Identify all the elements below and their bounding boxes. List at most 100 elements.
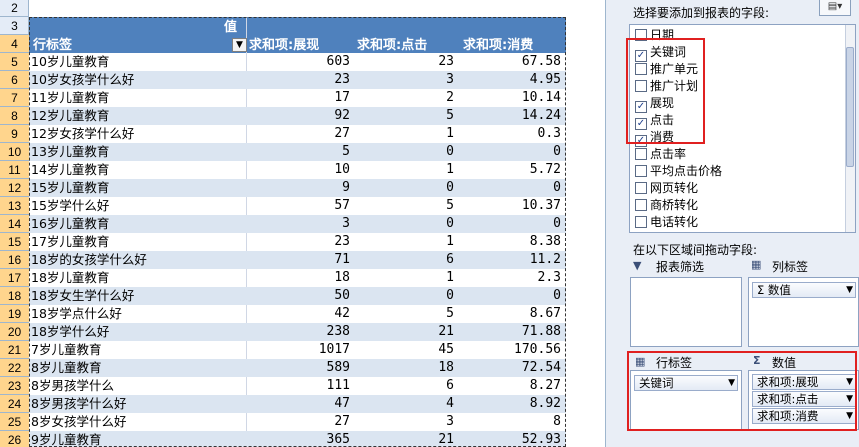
row-number[interactable]: 8 [0, 107, 29, 125]
row-label-cell[interactable]: 18岁的女孩学什么好 [31, 251, 249, 269]
field-item[interactable]: 商桥转化 [635, 197, 698, 214]
impressions-cell[interactable]: 71 [249, 251, 353, 269]
clicks-cell[interactable]: 21 [353, 431, 457, 447]
impressions-cell[interactable]: 57 [249, 197, 353, 215]
row-label-cell[interactable]: 8岁男孩学什么 [31, 377, 249, 395]
field-item[interactable]: 点击率 [635, 146, 686, 163]
clicks-cell[interactable]: 0 [353, 287, 457, 305]
cost-cell[interactable]: 0 [457, 179, 564, 197]
row-number[interactable]: 3 [0, 17, 29, 35]
row-label-cell[interactable]: 11岁儿童教育 [31, 89, 249, 107]
cost-cell[interactable]: 10.14 [457, 89, 564, 107]
clicks-cell[interactable]: 0 [353, 143, 457, 161]
impressions-cell[interactable]: 50 [249, 287, 353, 305]
cost-cell[interactable]: 0 [457, 143, 564, 161]
row-label-cell[interactable]: 10岁女孩学什么好 [31, 71, 249, 89]
row-label-cell[interactable]: 14岁儿童教育 [31, 161, 249, 179]
clicks-cell[interactable]: 3 [353, 413, 457, 431]
impressions-cell[interactable]: 10 [249, 161, 353, 179]
impressions-cell[interactable]: 42 [249, 305, 353, 323]
sum-cost-header[interactable]: 求和项:消费 [463, 37, 567, 55]
row-label-cell[interactable]: 15岁学什么好 [31, 197, 249, 215]
clicks-cell[interactable]: 21 [353, 323, 457, 341]
row-label-cell[interactable]: 17岁儿童教育 [31, 233, 249, 251]
row-number[interactable]: 23 [0, 377, 29, 395]
cost-cell[interactable]: 8.67 [457, 305, 564, 323]
impressions-cell[interactable]: 17 [249, 89, 353, 107]
cost-cell[interactable]: 8.38 [457, 233, 564, 251]
impressions-cell[interactable]: 589 [249, 359, 353, 377]
row-number[interactable]: 13 [0, 197, 29, 215]
cost-cell[interactable]: 0 [457, 215, 564, 233]
row-label-cell[interactable]: 18岁学点什么好 [31, 305, 249, 323]
row-number[interactable]: 12 [0, 179, 29, 197]
row-number[interactable]: 2 [0, 0, 29, 17]
field-item[interactable]: 平均点击价格 [635, 163, 722, 180]
impressions-cell[interactable]: 111 [249, 377, 353, 395]
impressions-cell[interactable]: 23 [249, 71, 353, 89]
clicks-cell[interactable]: 1 [353, 269, 457, 287]
row-label-cell[interactable]: 18岁儿童教育 [31, 269, 249, 287]
row-number[interactable]: 15 [0, 233, 29, 251]
row-label-cell[interactable]: 8岁儿童教育 [31, 359, 249, 377]
cost-cell[interactable]: 72.54 [457, 359, 564, 377]
impressions-cell[interactable]: 603 [249, 53, 353, 71]
row-number[interactable]: 24 [0, 395, 29, 413]
cost-cell[interactable]: 52.93 [457, 431, 564, 447]
clicks-cell[interactable]: 6 [353, 377, 457, 395]
field-checkbox[interactable] [635, 199, 647, 211]
clicks-cell[interactable]: 5 [353, 107, 457, 125]
sum-clicks-header[interactable]: 求和项:点击 [357, 37, 461, 55]
impressions-cell[interactable]: 92 [249, 107, 353, 125]
column-field-values-pill[interactable]: Σ 数值 ▼ [752, 282, 856, 298]
row-label-cell[interactable]: 18岁学什么好 [31, 323, 249, 341]
impressions-cell[interactable]: 27 [249, 413, 353, 431]
cost-cell[interactable]: 2.3 [457, 269, 564, 287]
impressions-cell[interactable]: 27 [249, 125, 353, 143]
row-number[interactable]: 21 [0, 341, 29, 359]
clicks-cell[interactable]: 0 [353, 215, 457, 233]
row-labels-header[interactable]: 行标签 [33, 37, 72, 55]
report-filter-drop-area[interactable] [630, 277, 742, 347]
field-list-scrollbar[interactable] [845, 25, 855, 232]
impressions-cell[interactable]: 5 [249, 143, 353, 161]
row-number[interactable]: 18 [0, 287, 29, 305]
cost-cell[interactable]: 14.24 [457, 107, 564, 125]
clicks-cell[interactable]: 0 [353, 179, 457, 197]
clicks-cell[interactable]: 5 [353, 305, 457, 323]
field-checkbox[interactable] [635, 182, 647, 194]
impressions-cell[interactable]: 365 [249, 431, 353, 447]
cost-cell[interactable]: 8.27 [457, 377, 564, 395]
row-label-cell[interactable]: 12岁女孩学什么好 [31, 125, 249, 143]
row-number[interactable]: 11 [0, 161, 29, 179]
clicks-cell[interactable]: 5 [353, 197, 457, 215]
column-labels-drop-area[interactable]: Σ 数值 ▼ [748, 277, 859, 347]
cost-cell[interactable]: 8 [457, 413, 564, 431]
clicks-cell[interactable]: 4 [353, 395, 457, 413]
field-item[interactable]: 网页转化 [635, 180, 698, 197]
row-label-cell[interactable]: 10岁儿童教育 [31, 53, 249, 71]
row-label-filter-button[interactable]: ▼ [232, 38, 247, 52]
cost-cell[interactable]: 0.3 [457, 125, 564, 143]
dropdown-arrow-icon[interactable]: ▼ [846, 283, 853, 297]
clicks-cell[interactable]: 23 [353, 53, 457, 71]
cost-cell[interactable]: 8.92 [457, 395, 564, 413]
row-label-cell[interactable]: 18岁女生学什么好 [31, 287, 249, 305]
row-label-cell[interactable]: 15岁儿童教育 [31, 179, 249, 197]
cost-cell[interactable]: 170.56 [457, 341, 564, 359]
clicks-cell[interactable]: 6 [353, 251, 457, 269]
row-number[interactable]: 16 [0, 251, 29, 269]
row-label-cell[interactable]: 9岁儿童教育 [31, 431, 249, 447]
clicks-cell[interactable]: 1 [353, 125, 457, 143]
row-label-cell[interactable]: 8岁男孩学什么好 [31, 395, 249, 413]
row-label-cell[interactable]: 7岁儿童教育 [31, 341, 249, 359]
field-item[interactable]: 电话转化 [635, 214, 698, 231]
impressions-cell[interactable]: 18 [249, 269, 353, 287]
row-number[interactable]: 17 [0, 269, 29, 287]
scrollbar-thumb[interactable] [846, 47, 854, 167]
impressions-cell[interactable]: 23 [249, 233, 353, 251]
impressions-cell[interactable]: 3 [249, 215, 353, 233]
cost-cell[interactable]: 11.2 [457, 251, 564, 269]
row-number[interactable]: 26 [0, 431, 29, 447]
field-checkbox[interactable] [635, 148, 647, 160]
